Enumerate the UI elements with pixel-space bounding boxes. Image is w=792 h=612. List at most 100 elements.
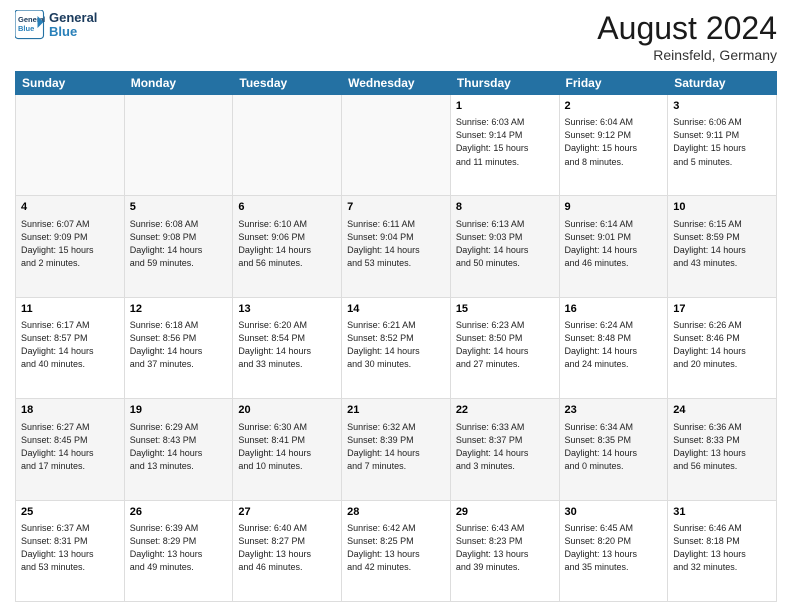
day-info: Sunrise: 6:30 AMSunset: 8:41 PMDaylight:… xyxy=(238,421,336,473)
table-row: 11 Sunrise: 6:17 AMSunset: 8:57 PMDayligh… xyxy=(16,297,125,398)
table-row: 7 Sunrise: 6:11 AMSunset: 9:04 PMDaylight… xyxy=(342,196,451,297)
day-number: 30 xyxy=(565,505,663,520)
day-number: 17 xyxy=(673,302,771,317)
col-monday: Monday xyxy=(124,72,233,95)
calendar-table: Sunday Monday Tuesday Wednesday Thursday… xyxy=(15,71,777,602)
day-number: 1 xyxy=(456,99,554,114)
table-row: 15 Sunrise: 6:23 AMSunset: 8:50 PMDayligh… xyxy=(450,297,559,398)
logo: General Blue General Blue xyxy=(15,10,97,40)
logo-icon: General Blue xyxy=(15,10,45,40)
day-number: 22 xyxy=(456,403,554,418)
table-row: 10 Sunrise: 6:15 AMSunset: 8:59 PMDayligh… xyxy=(668,196,777,297)
col-friday: Friday xyxy=(559,72,668,95)
day-info: Sunrise: 6:06 AMSunset: 9:11 PMDaylight:… xyxy=(673,116,771,168)
day-number: 10 xyxy=(673,200,771,215)
svg-text:Blue: Blue xyxy=(18,24,34,33)
day-number: 23 xyxy=(565,403,663,418)
col-saturday: Saturday xyxy=(668,72,777,95)
day-number: 4 xyxy=(21,200,119,215)
table-row xyxy=(16,95,125,196)
table-row: 17 Sunrise: 6:26 AMSunset: 8:46 PMDayligh… xyxy=(668,297,777,398)
day-info: Sunrise: 6:29 AMSunset: 8:43 PMDaylight:… xyxy=(130,421,228,473)
day-info: Sunrise: 6:40 AMSunset: 8:27 PMDaylight:… xyxy=(238,522,336,574)
day-info: Sunrise: 6:04 AMSunset: 9:12 PMDaylight:… xyxy=(565,116,663,168)
day-number: 7 xyxy=(347,200,445,215)
header: General Blue General Blue August 2024 Re… xyxy=(15,10,777,63)
day-number: 13 xyxy=(238,302,336,317)
table-row: 8 Sunrise: 6:13 AMSunset: 9:03 PMDaylight… xyxy=(450,196,559,297)
month-title: August 2024 xyxy=(597,10,777,47)
calendar-week-row: 18Sunrise: 6:27 AMSunset: 8:45 PMDayligh… xyxy=(16,399,777,500)
day-number: 3 xyxy=(673,99,771,114)
day-info: Sunrise: 6:37 AMSunset: 8:31 PMDaylight:… xyxy=(21,522,119,574)
day-info: Sunrise: 6:15 AMSunset: 8:59 PMDaylight:… xyxy=(673,218,771,270)
day-info: Sunrise: 6:43 AMSunset: 8:23 PMDaylight:… xyxy=(456,522,554,574)
day-number: 6 xyxy=(238,200,336,215)
col-sunday: Sunday xyxy=(16,72,125,95)
table-row: 18Sunrise: 6:27 AMSunset: 8:45 PMDayligh… xyxy=(16,399,125,500)
table-row: 24Sunrise: 6:36 AMSunset: 8:33 PMDayligh… xyxy=(668,399,777,500)
calendar-week-row: 11 Sunrise: 6:17 AMSunset: 8:57 PMDayligh… xyxy=(16,297,777,398)
day-info: Sunrise: 6:11 AMSunset: 9:04 PMDaylight:… xyxy=(347,218,445,270)
table-row: 6 Sunrise: 6:10 AMSunset: 9:06 PMDaylight… xyxy=(233,196,342,297)
col-wednesday: Wednesday xyxy=(342,72,451,95)
table-row xyxy=(233,95,342,196)
day-number: 2 xyxy=(565,99,663,114)
calendar-week-row: 1 Sunrise: 6:03 AMSunset: 9:14 PMDaylight… xyxy=(16,95,777,196)
day-number: 27 xyxy=(238,505,336,520)
day-info: Sunrise: 6:42 AMSunset: 8:25 PMDaylight:… xyxy=(347,522,445,574)
day-info: Sunrise: 6:34 AMSunset: 8:35 PMDaylight:… xyxy=(565,421,663,473)
table-row: 4 Sunrise: 6:07 AMSunset: 9:09 PMDaylight… xyxy=(16,196,125,297)
day-number: 9 xyxy=(565,200,663,215)
calendar-header-row: Sunday Monday Tuesday Wednesday Thursday… xyxy=(16,72,777,95)
day-number: 14 xyxy=(347,302,445,317)
day-number: 12 xyxy=(130,302,228,317)
day-info: Sunrise: 6:24 AMSunset: 8:48 PMDaylight:… xyxy=(565,319,663,371)
day-info: Sunrise: 6:26 AMSunset: 8:46 PMDaylight:… xyxy=(673,319,771,371)
table-row: 28Sunrise: 6:42 AMSunset: 8:25 PMDayligh… xyxy=(342,500,451,601)
day-info: Sunrise: 6:07 AMSunset: 9:09 PMDaylight:… xyxy=(21,218,119,270)
day-info: Sunrise: 6:08 AMSunset: 9:08 PMDaylight:… xyxy=(130,218,228,270)
day-number: 26 xyxy=(130,505,228,520)
table-row: 3 Sunrise: 6:06 AMSunset: 9:11 PMDaylight… xyxy=(668,95,777,196)
table-row: 19 Sunrise: 6:29 AMSunset: 8:43 PMDayligh… xyxy=(124,399,233,500)
table-row: 27 Sunrise: 6:40 AMSunset: 8:27 PMDayligh… xyxy=(233,500,342,601)
table-row xyxy=(342,95,451,196)
table-row: 14 Sunrise: 6:21 AMSunset: 8:52 PMDayligh… xyxy=(342,297,451,398)
col-tuesday: Tuesday xyxy=(233,72,342,95)
table-row: 31Sunrise: 6:46 AMSunset: 8:18 PMDayligh… xyxy=(668,500,777,601)
table-row: 13Sunrise: 6:20 AMSunset: 8:54 PMDayligh… xyxy=(233,297,342,398)
day-number: 25 xyxy=(21,505,119,520)
day-info: Sunrise: 6:03 AMSunset: 9:14 PMDaylight:… xyxy=(456,116,554,168)
day-number: 16 xyxy=(565,302,663,317)
day-info: Sunrise: 6:14 AMSunset: 9:01 PMDaylight:… xyxy=(565,218,663,270)
day-info: Sunrise: 6:21 AMSunset: 8:52 PMDaylight:… xyxy=(347,319,445,371)
day-number: 15 xyxy=(456,302,554,317)
table-row: 29Sunrise: 6:43 AMSunset: 8:23 PMDayligh… xyxy=(450,500,559,601)
day-number: 11 xyxy=(21,302,119,317)
day-info: Sunrise: 6:23 AMSunset: 8:50 PMDaylight:… xyxy=(456,319,554,371)
day-number: 8 xyxy=(456,200,554,215)
day-number: 19 xyxy=(130,403,228,418)
day-number: 24 xyxy=(673,403,771,418)
logo-text: General Blue xyxy=(49,11,97,40)
day-info: Sunrise: 6:33 AMSunset: 8:37 PMDaylight:… xyxy=(456,421,554,473)
table-row: 22 Sunrise: 6:33 AMSunset: 8:37 PMDayligh… xyxy=(450,399,559,500)
table-row: 9 Sunrise: 6:14 AMSunset: 9:01 PMDaylight… xyxy=(559,196,668,297)
day-info: Sunrise: 6:17 AMSunset: 8:57 PMDaylight:… xyxy=(21,319,119,371)
day-info: Sunrise: 6:39 AMSunset: 8:29 PMDaylight:… xyxy=(130,522,228,574)
table-row: 23 Sunrise: 6:34 AMSunset: 8:35 PMDayligh… xyxy=(559,399,668,500)
table-row xyxy=(124,95,233,196)
day-info: Sunrise: 6:10 AMSunset: 9:06 PMDaylight:… xyxy=(238,218,336,270)
day-info: Sunrise: 6:18 AMSunset: 8:56 PMDaylight:… xyxy=(130,319,228,371)
table-row: 21Sunrise: 6:32 AMSunset: 8:39 PMDayligh… xyxy=(342,399,451,500)
table-row: 30 Sunrise: 6:45 AMSunset: 8:20 PMDayligh… xyxy=(559,500,668,601)
calendar-week-row: 4 Sunrise: 6:07 AMSunset: 9:09 PMDaylight… xyxy=(16,196,777,297)
day-info: Sunrise: 6:27 AMSunset: 8:45 PMDaylight:… xyxy=(21,421,119,473)
table-row: 20Sunrise: 6:30 AMSunset: 8:41 PMDayligh… xyxy=(233,399,342,500)
title-block: August 2024 Reinsfeld, Germany xyxy=(597,10,777,63)
day-info: Sunrise: 6:13 AMSunset: 9:03 PMDaylight:… xyxy=(456,218,554,270)
table-row: 16 Sunrise: 6:24 AMSunset: 8:48 PMDayligh… xyxy=(559,297,668,398)
table-row: 26 Sunrise: 6:39 AMSunset: 8:29 PMDayligh… xyxy=(124,500,233,601)
day-info: Sunrise: 6:45 AMSunset: 8:20 PMDaylight:… xyxy=(565,522,663,574)
